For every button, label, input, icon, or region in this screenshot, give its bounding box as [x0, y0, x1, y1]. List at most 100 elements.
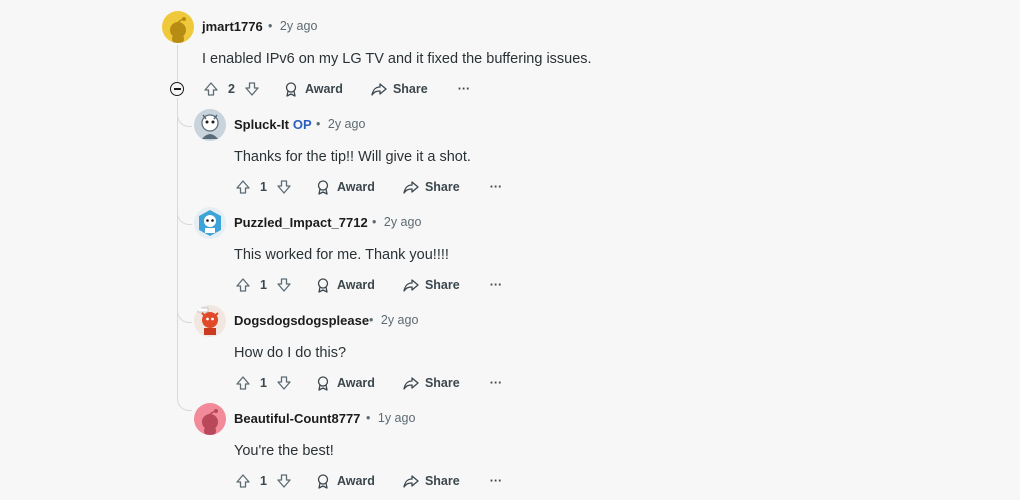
time-ago: 2y ago: [279, 19, 318, 33]
avatar[interactable]: [194, 403, 226, 435]
upvote-icon[interactable]: [234, 472, 252, 490]
avatar[interactable]: [194, 207, 226, 239]
username-text: Spluck-It: [234, 117, 289, 132]
share-button[interactable]: Share: [403, 473, 460, 489]
share-icon: [403, 279, 419, 292]
comment-actions: 1 Award Share ···: [234, 373, 502, 393]
share-icon: [403, 475, 419, 488]
timestamp: • 2y ago: [372, 215, 421, 229]
username[interactable]: Puzzled_Impact_7712: [234, 215, 368, 230]
share-button[interactable]: Share: [403, 375, 460, 391]
more-options-button[interactable]: ···: [490, 376, 503, 390]
thread-connector: [177, 210, 192, 225]
snoo-avatar-icon: [170, 17, 186, 43]
vote-count: 1: [260, 474, 267, 488]
share-button[interactable]: Share: [371, 81, 428, 97]
more-options-button[interactable]: ···: [490, 474, 503, 488]
op-badge: OP: [292, 117, 312, 132]
separator-dot: •: [268, 19, 273, 33]
more-options-icon: ···: [489, 376, 503, 390]
downvote-icon[interactable]: [275, 374, 293, 392]
downvote-icon[interactable]: [275, 178, 293, 196]
award-button[interactable]: Award: [283, 81, 343, 97]
award-icon: [317, 180, 329, 195]
upvote-icon[interactable]: [202, 80, 220, 98]
timestamp: • 2y ago: [268, 19, 317, 33]
comment-text: I enabled IPv6 on my LG TV and it fixed …: [202, 51, 592, 67]
comment-text: Thanks for the tip!! Will give it a shot…: [234, 149, 471, 165]
share-label: Share: [392, 82, 428, 96]
more-options-icon: ···: [489, 180, 503, 194]
upvote-icon[interactable]: [234, 178, 252, 196]
username[interactable]: Dogsdogsdogsplease: [234, 313, 369, 328]
award-label: Award: [304, 82, 343, 96]
vote-count: 2: [228, 82, 235, 96]
comment-text: You're the best!: [234, 443, 334, 459]
thread-connector: [177, 308, 192, 323]
more-options-button[interactable]: ···: [458, 82, 471, 96]
downvote-icon[interactable]: [243, 80, 261, 98]
share-label: Share: [424, 278, 460, 292]
thread-connector: [177, 394, 192, 411]
share-icon: [371, 83, 387, 96]
comment-actions: 1 Award Share ···: [234, 275, 502, 295]
award-label: Award: [336, 180, 375, 194]
username[interactable]: Spluck-It OP: [234, 117, 312, 132]
comment-text: This worked for me. Thank you!!!!: [234, 247, 449, 263]
downvote-icon[interactable]: [275, 276, 293, 294]
avatar[interactable]: [194, 109, 226, 141]
snoo-avatar-icon: [201, 114, 219, 139]
timestamp: • 2y ago: [316, 117, 365, 131]
vote-count: 1: [260, 278, 267, 292]
award-label: Award: [336, 376, 375, 390]
award-button[interactable]: Award: [315, 473, 375, 489]
avatar[interactable]: [162, 11, 194, 43]
collapse-thread-button[interactable]: [170, 82, 184, 96]
separator-dot: •: [369, 313, 374, 327]
time-ago: 2y ago: [383, 215, 422, 229]
award-button[interactable]: Award: [315, 277, 375, 293]
comment-actions: 1 Award Share ···: [234, 177, 502, 197]
more-options-icon: ···: [489, 474, 503, 488]
username[interactable]: jmart1776: [202, 19, 263, 34]
timestamp: • 1y ago: [366, 411, 415, 425]
share-button[interactable]: Share: [403, 179, 460, 195]
share-icon: [403, 181, 419, 194]
timestamp: • 2y ago: [369, 313, 418, 327]
thread-line-root: [177, 45, 178, 83]
time-ago: 2y ago: [327, 117, 366, 131]
more-options-button[interactable]: ···: [490, 278, 503, 292]
share-button[interactable]: Share: [403, 277, 460, 293]
comment-actions: 2 Award Share ···: [202, 79, 470, 99]
downvote-icon[interactable]: [275, 472, 293, 490]
award-icon: [317, 278, 329, 293]
award-label: Award: [336, 474, 375, 488]
upvote-icon[interactable]: [234, 374, 252, 392]
time-ago: 2y ago: [380, 313, 419, 327]
award-button[interactable]: Award: [315, 375, 375, 391]
award-icon: [285, 82, 297, 97]
award-button[interactable]: Award: [315, 179, 375, 195]
separator-dot: •: [366, 411, 371, 425]
avatar[interactable]: [194, 305, 226, 337]
award-icon: [317, 376, 329, 391]
thread-connector: [177, 112, 192, 127]
share-label: Share: [424, 474, 460, 488]
more-options-button[interactable]: ···: [490, 180, 503, 194]
thread-line-replies: [177, 98, 178, 394]
separator-dot: •: [372, 215, 377, 229]
snoo-avatar-icon: [202, 409, 218, 435]
snoo-avatar-icon: [199, 210, 221, 236]
separator-dot: •: [316, 117, 321, 131]
vote-count: 1: [260, 376, 267, 390]
more-options-icon: ···: [457, 82, 471, 96]
snoo-avatar-icon: [197, 307, 219, 335]
upvote-icon[interactable]: [234, 276, 252, 294]
share-label: Share: [424, 180, 460, 194]
share-icon: [403, 377, 419, 390]
comment-text: How do I do this?: [234, 345, 347, 361]
time-ago: 1y ago: [377, 411, 416, 425]
vote-count: 1: [260, 180, 267, 194]
username[interactable]: Beautiful-Count8777: [234, 411, 360, 426]
share-label: Share: [424, 376, 460, 390]
